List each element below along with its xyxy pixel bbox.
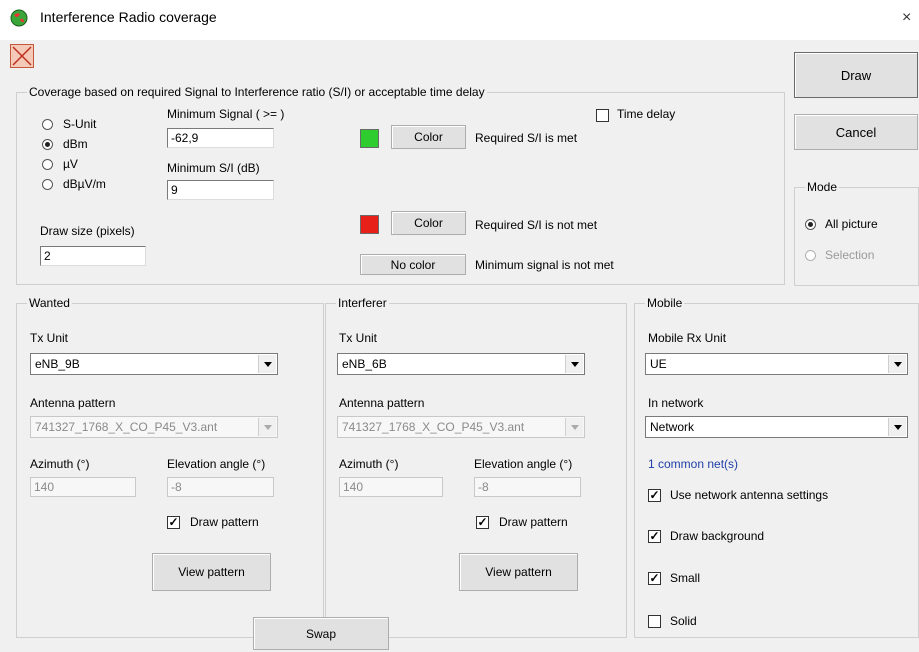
interferer-tx-unit-label: Tx Unit xyxy=(339,331,378,345)
min-not-met-label: Minimum signal is not met xyxy=(475,258,614,272)
uv-label: µV xyxy=(63,157,78,171)
chevron-down-icon[interactable] xyxy=(565,418,583,436)
interferer-antenna-select[interactable]: 741327_1768_X_CO_P45_V3.ant xyxy=(337,416,585,438)
wanted-draw-pattern-label: Draw pattern xyxy=(190,515,259,529)
wanted-legend: Wanted xyxy=(29,296,70,310)
use-antenna-label: Use network antenna settings xyxy=(670,488,829,502)
interferer-legend: Interferer xyxy=(338,296,387,310)
cancel-button[interactable]: Cancel xyxy=(794,114,918,150)
network-value: Network xyxy=(650,420,695,434)
interferer-tx-unit-select[interactable]: eNB_6B xyxy=(337,353,585,375)
min-signal-label: Minimum Signal ( >= ) xyxy=(167,107,285,121)
interferer-elevation-label: Elevation angle (°) xyxy=(474,457,573,471)
wanted-tx-unit-value: eNB_9B xyxy=(35,357,80,371)
small-checkbox[interactable]: ✓ xyxy=(648,572,661,585)
wanted-view-pattern-button[interactable]: View pattern xyxy=(152,553,271,591)
time-delay-checkbox[interactable] xyxy=(596,109,609,122)
min-si-label: Minimum S/I (dB) xyxy=(167,161,260,175)
dbm-label: dBm xyxy=(63,137,88,151)
dbuvm-label: dBµV/m xyxy=(63,177,106,191)
swap-button[interactable]: Swap xyxy=(253,617,389,650)
coverage-legend: Coverage based on required Signal to Int… xyxy=(29,85,485,99)
min-signal-input[interactable]: -62,9 xyxy=(167,128,274,148)
mobile-rx-unit-label: Mobile Rx Unit xyxy=(648,331,727,345)
mode-legend: Mode xyxy=(807,180,838,194)
met-label: Required S/I is met xyxy=(475,131,578,145)
min-si-input[interactable]: 9 xyxy=(167,180,274,200)
network-label: In network xyxy=(648,396,704,410)
draw-background-checkbox[interactable]: ✓ xyxy=(648,530,661,543)
interferer-antenna-value: 741327_1768_X_CO_P45_V3.ant xyxy=(342,420,525,434)
interferer-draw-pattern-label: Draw pattern xyxy=(499,515,568,529)
all-picture-label: All picture xyxy=(825,217,878,231)
interferer-draw-pattern-checkbox[interactable]: ✓ xyxy=(476,516,489,529)
mobile-legend: Mobile xyxy=(647,296,683,310)
time-delay-label: Time delay xyxy=(617,107,676,121)
not-met-label: Required S/I is not met xyxy=(475,218,598,232)
chevron-down-icon[interactable] xyxy=(258,355,276,373)
window-title: Interference Radio coverage xyxy=(40,9,217,25)
small-label: Small xyxy=(670,571,701,585)
wanted-elevation-label: Elevation angle (°) xyxy=(167,457,266,471)
uv-radio[interactable] xyxy=(42,159,53,170)
close-icon[interactable]: × xyxy=(902,9,911,27)
s-unit-radio[interactable] xyxy=(42,119,53,130)
no-color-button[interactable]: No color xyxy=(360,254,466,275)
solid-checkbox[interactable] xyxy=(648,615,661,628)
mobile-rx-unit-value: UE xyxy=(650,357,667,371)
selection-label: Selection xyxy=(825,248,875,262)
common-nets-text: 1 common net(s) xyxy=(648,457,739,471)
wanted-elevation-input[interactable]: -8 xyxy=(167,477,274,497)
interferer-azimuth-label: Azimuth (°) xyxy=(339,457,399,471)
wanted-antenna-value: 741327_1768_X_CO_P45_V3.ant xyxy=(35,420,218,434)
chevron-down-icon[interactable] xyxy=(888,418,906,436)
met-color-swatch xyxy=(360,129,379,148)
solid-label: Solid xyxy=(670,614,697,628)
dbuvm-radio[interactable] xyxy=(42,179,53,190)
draw-size-input[interactable]: 2 xyxy=(40,246,146,266)
s-unit-label: S-Unit xyxy=(63,117,97,131)
chevron-down-icon[interactable] xyxy=(888,355,906,373)
interferer-azimuth-input[interactable]: 140 xyxy=(339,477,443,497)
mode-group: Mode xyxy=(794,180,919,286)
met-color-button[interactable]: Color xyxy=(391,125,466,149)
interferer-elevation-input[interactable]: -8 xyxy=(474,477,581,497)
mobile-rx-unit-select[interactable]: UE xyxy=(645,353,908,375)
wanted-antenna-select[interactable]: 741327_1768_X_CO_P45_V3.ant xyxy=(30,416,278,438)
app-globe-icon xyxy=(10,9,28,27)
wanted-antenna-label: Antenna pattern xyxy=(30,396,116,410)
interferer-tx-unit-value: eNB_6B xyxy=(342,357,387,371)
not-met-color-swatch xyxy=(360,215,379,234)
wanted-tx-unit-select[interactable]: eNB_9B xyxy=(30,353,278,375)
use-antenna-checkbox[interactable]: ✓ xyxy=(648,489,661,502)
clear-x-icon[interactable] xyxy=(10,44,34,68)
not-met-color-button[interactable]: Color xyxy=(391,211,466,235)
chevron-down-icon[interactable] xyxy=(565,355,583,373)
interferer-view-pattern-button[interactable]: View pattern xyxy=(459,553,578,591)
network-select[interactable]: Network xyxy=(645,416,908,438)
draw-size-label: Draw size (pixels) xyxy=(40,224,135,238)
wanted-tx-unit-label: Tx Unit xyxy=(30,331,69,345)
interferer-antenna-label: Antenna pattern xyxy=(339,396,425,410)
all-picture-radio[interactable] xyxy=(805,219,816,230)
chevron-down-icon[interactable] xyxy=(258,418,276,436)
wanted-draw-pattern-checkbox[interactable]: ✓ xyxy=(167,516,180,529)
draw-button[interactable]: Draw xyxy=(794,52,918,98)
dbm-radio[interactable] xyxy=(42,139,53,150)
wanted-azimuth-input[interactable]: 140 xyxy=(30,477,136,497)
wanted-azimuth-label: Azimuth (°) xyxy=(30,457,90,471)
draw-background-label: Draw background xyxy=(670,529,765,543)
selection-radio[interactable] xyxy=(805,250,816,261)
